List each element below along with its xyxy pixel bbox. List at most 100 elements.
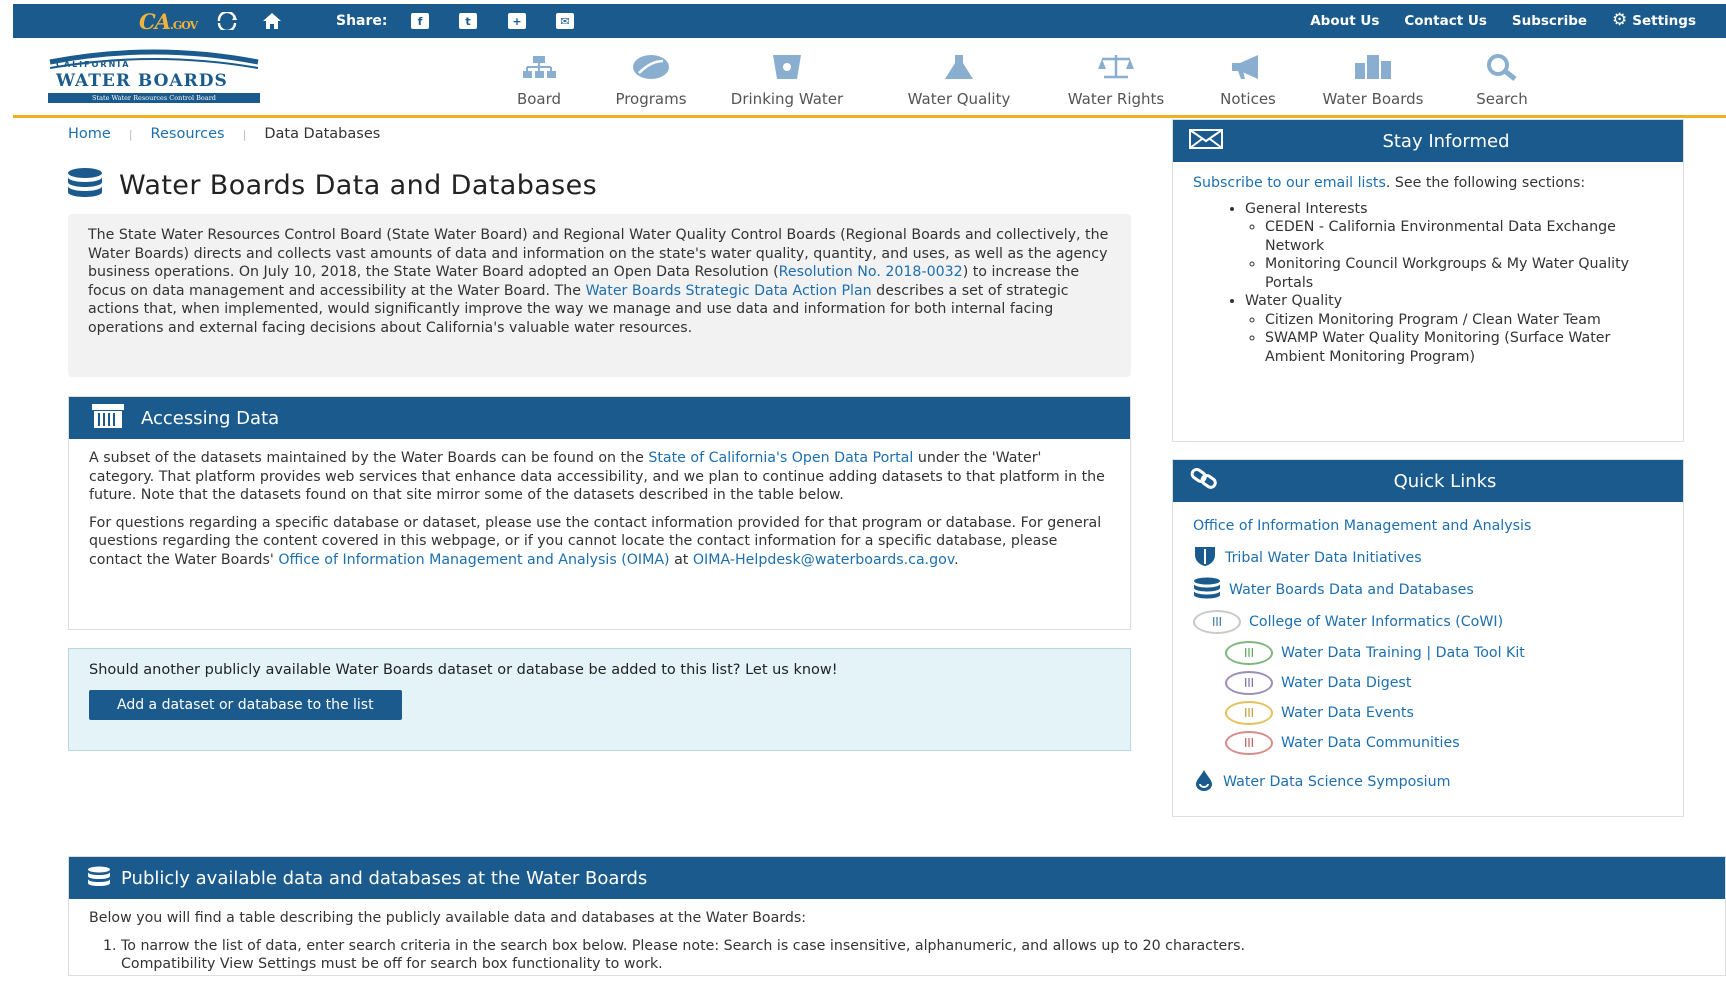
megaphone-icon	[1207, 52, 1289, 82]
quick-link-digest[interactable]: ||| Water Data Digest	[1193, 668, 1663, 698]
cagov-logo[interactable]: CA.GOV	[139, 9, 198, 34]
org-chart-icon	[499, 52, 579, 82]
stay-informed-panel: Stay Informed Subscribe to our email lis…	[1172, 119, 1684, 442]
quick-link-symposium[interactable]: Water Data Science Symposium	[1193, 766, 1663, 798]
shield-icon	[1193, 545, 1217, 571]
breadcrumb-resources[interactable]: Resources	[151, 126, 225, 142]
leaf-icon	[597, 52, 705, 82]
translate-icon[interactable]	[216, 11, 238, 31]
quick-link-training[interactable]: ||| Water Data Training | Data Tool Kit	[1193, 638, 1663, 668]
database-icon	[67, 168, 103, 202]
share-icon[interactable]: +	[506, 11, 528, 31]
intro-box: The State Water Resources Control Board …	[68, 214, 1131, 377]
list-item: General Interests CEDEN - California Env…	[1245, 200, 1663, 293]
digest-badge-icon: |||	[1225, 671, 1273, 695]
breadcrumb-separator: |	[242, 127, 247, 141]
quick-links-title: Quick Links	[1393, 470, 1497, 492]
public-data-header: Publicly available data and databases at…	[69, 857, 1725, 899]
nav-notices[interactable]: Notices	[1207, 52, 1289, 108]
database-icon	[87, 866, 111, 891]
accessing-data-header: Accessing Data	[69, 397, 1130, 439]
accessing-data-panel: Accessing Data A subset of the datasets …	[68, 396, 1131, 630]
subscription-list: General Interests CEDEN - California Env…	[1245, 200, 1663, 367]
nav-search[interactable]: Search	[1468, 52, 1536, 108]
training-badge-icon: |||	[1225, 641, 1273, 665]
subscribe-link[interactable]: Subscribe	[1512, 13, 1587, 29]
subscribe-email-link[interactable]: Subscribe to our email lists	[1193, 175, 1386, 191]
utility-bar: CA.GOV Share: f t + ✉ About Us Contact U…	[13, 4, 1726, 38]
buildings-icon	[1315, 52, 1431, 82]
oima-email-link[interactable]: OIMA-Helpdesk@waterboards.ca.gov	[693, 552, 954, 568]
resolution-link[interactable]: Resolution No. 2018-0032	[779, 264, 963, 280]
add-dataset-button[interactable]: Add a dataset or database to the list	[89, 690, 402, 720]
cowi-badge-icon: |||	[1193, 610, 1241, 634]
instructions-list: To narrow the list of data, enter search…	[121, 937, 1705, 974]
archive-icon	[91, 403, 125, 434]
water-drop-icon	[1193, 769, 1215, 795]
logo-subtitle: State Water Resources Control Board	[48, 93, 260, 103]
logo-name: WATER BOARDS	[56, 71, 228, 91]
events-badge-icon: |||	[1225, 701, 1273, 725]
strategic-plan-link[interactable]: Water Boards Strategic Data Action Plan	[585, 283, 871, 299]
nav-programs[interactable]: Programs	[597, 52, 705, 108]
water-boards-logo[interactable]: CALIFORNIA WATER BOARDS State Water Reso…	[48, 48, 260, 103]
envelope-icon	[1189, 128, 1223, 154]
home-icon[interactable]	[261, 11, 283, 31]
public-data-title: Publicly available data and databases at…	[121, 867, 648, 889]
nav-board[interactable]: Board	[499, 52, 579, 108]
list-item: CEDEN - California Environmental Data Ex…	[1265, 218, 1663, 255]
logo-state: CALIFORNIA	[56, 60, 131, 69]
stay-informed-body: Subscribe to our email lists. See the fo…	[1173, 162, 1683, 378]
breadcrumb-home[interactable]: Home	[68, 126, 111, 142]
quick-links-body: Office of Information Management and Ana…	[1173, 502, 1683, 806]
breadcrumb: Home | Resources | Data Databases	[68, 126, 380, 142]
quick-links-header: Quick Links	[1173, 460, 1683, 502]
stay-informed-title: Stay Informed	[1382, 130, 1510, 152]
link-icon	[1189, 467, 1221, 496]
scales-icon	[1056, 52, 1176, 82]
page-title: Water Boards Data and Databases	[67, 168, 597, 202]
contact-us-link[interactable]: Contact Us	[1404, 13, 1487, 29]
site-header: CALIFORNIA WATER BOARDS State Water Reso…	[13, 38, 1726, 118]
accessing-paragraph-2: For questions regarding a specific datab…	[89, 514, 1102, 568]
communities-badge-icon: |||	[1225, 731, 1273, 755]
quick-link-cowi[interactable]: ||| College of Water Informatics (CoWI)	[1193, 606, 1663, 638]
nav-water-boards[interactable]: Water Boards	[1315, 52, 1431, 108]
gear-icon: ⚙	[1612, 10, 1628, 30]
public-data-body: Below you will find a table describing t…	[69, 899, 1725, 984]
nav-drinking-water[interactable]: Drinking Water	[727, 52, 847, 108]
twitter-icon[interactable]: t	[457, 11, 479, 31]
list-item: To narrow the list of data, enter search…	[121, 937, 1705, 974]
public-data-panel: Publicly available data and databases at…	[68, 856, 1726, 976]
oima-link[interactable]: Office of Information Management and Ana…	[278, 552, 669, 568]
facebook-icon[interactable]: f	[409, 11, 431, 31]
stay-informed-header: Stay Informed	[1173, 120, 1683, 162]
suggest-dataset-callout: Should another publicly available Water …	[68, 648, 1131, 751]
accessing-data-title: Accessing Data	[141, 407, 280, 429]
quick-link-oima[interactable]: Office of Information Management and Ana…	[1193, 510, 1663, 542]
breadcrumb-current: Data Databases	[264, 126, 381, 142]
glass-icon	[727, 52, 847, 82]
quick-link-events[interactable]: ||| Water Data Events	[1193, 698, 1663, 728]
database-icon	[1193, 577, 1221, 603]
quick-links-panel: Quick Links Office of Information Manage…	[1172, 459, 1684, 817]
accessing-paragraph-1: A subset of the datasets maintained by t…	[89, 450, 1105, 503]
open-data-portal-link[interactable]: State of California's Open Data Portal	[648, 450, 913, 466]
public-data-intro: Below you will find a table describing t…	[89, 910, 807, 926]
flask-icon	[898, 52, 1020, 82]
settings-button[interactable]: ⚙ Settings	[1612, 12, 1696, 29]
list-item: SWAMP Water Quality Monitoring (Surface …	[1265, 329, 1663, 366]
callout-question: Should another publicly available Water …	[89, 662, 838, 678]
email-icon[interactable]: ✉	[554, 11, 576, 31]
nav-water-rights[interactable]: Water Rights	[1056, 52, 1176, 108]
quick-link-tribal[interactable]: Tribal Water Data Initiatives	[1193, 542, 1663, 574]
list-item: Monitoring Council Workgroups & My Water…	[1265, 255, 1663, 292]
share-label: Share:	[336, 13, 388, 29]
accessing-data-body: A subset of the datasets maintained by t…	[69, 439, 1130, 588]
breadcrumb-separator: |	[128, 127, 133, 141]
quick-link-communities[interactable]: ||| Water Data Communities	[1193, 728, 1663, 758]
about-us-link[interactable]: About Us	[1310, 13, 1379, 29]
nav-water-quality[interactable]: Water Quality	[898, 52, 1020, 108]
quick-link-databases[interactable]: Water Boards Data and Databases	[1193, 574, 1663, 606]
list-item: Citizen Monitoring Program / Clean Water…	[1265, 311, 1663, 330]
